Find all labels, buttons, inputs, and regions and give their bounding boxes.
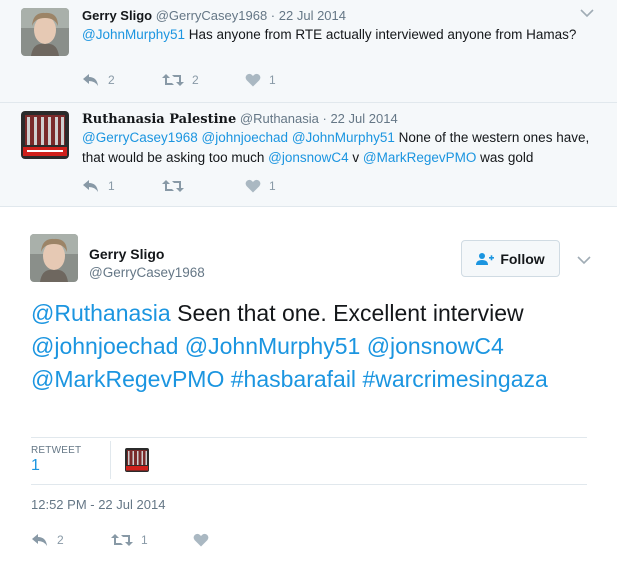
- reply-tweet-1[interactable]: Gerry Sligo @GerryCasey1968 · 22 Jul 201…: [0, 0, 617, 103]
- divider: [31, 437, 587, 438]
- tweet-text: @GerryCasey1968 @johnjoechad @JohnMurphy…: [82, 128, 594, 168]
- divider: [110, 441, 111, 479]
- heart-icon: [193, 533, 209, 547]
- tweet-text-part[interactable]: @JohnMurphy51: [185, 333, 361, 359]
- chevron-down-icon[interactable]: [579, 6, 595, 18]
- tweet-text-part[interactable]: @jonsnowC4: [367, 333, 504, 359]
- like-button[interactable]: 1: [245, 179, 276, 193]
- tweet-text-part: Seen that one. Excellent interview: [170, 300, 524, 326]
- tweet-actions: 1 1: [82, 176, 276, 196]
- like-button[interactable]: 1: [245, 73, 276, 87]
- username[interactable]: @Ruthanasia: [240, 111, 319, 126]
- chevron-down-icon[interactable]: [576, 253, 592, 271]
- tweet-actions: 2 1: [31, 530, 217, 550]
- tweet-text-part[interactable]: #hasbarafail: [231, 366, 356, 392]
- retweet-stat-label: RETWEET: [31, 445, 82, 456]
- retweet-icon: [162, 74, 184, 86]
- like-count: 1: [269, 179, 276, 193]
- like-count: 1: [269, 73, 276, 87]
- retweet-count: 2: [192, 73, 199, 87]
- avatar[interactable]: [21, 111, 69, 159]
- tweet-text-part[interactable]: @GerryCasey1968: [82, 130, 198, 145]
- display-name[interactable]: Gerry Sligo: [82, 8, 152, 23]
- tweet-text-part[interactable]: @MarkRegevPMO: [363, 150, 476, 165]
- separator-dot: ·: [322, 111, 327, 126]
- avatar[interactable]: [21, 8, 69, 56]
- tweet-text: @Ruthanasia Seen that one. Excellent int…: [31, 297, 591, 396]
- retweet-stat-count[interactable]: 1: [31, 457, 40, 475]
- tweet-date[interactable]: 22 Jul 2014: [279, 8, 346, 23]
- heart-icon: [245, 73, 261, 87]
- tweet-text-part: Has anyone from RTE actually interviewed…: [185, 27, 577, 42]
- display-name[interactable]: Ruthanasia Palestine: [82, 112, 236, 127]
- tweet-text-part: v: [348, 150, 363, 165]
- follow-label: Follow: [500, 250, 545, 267]
- tweet-text-part: was gold: [476, 150, 534, 165]
- reply-button[interactable]: 2: [31, 533, 111, 547]
- reply-icon: [83, 74, 98, 86]
- tweet-text-part[interactable]: @jonsnowC4: [268, 150, 349, 165]
- tweet-text: @JohnMurphy51 Has anyone from RTE actual…: [82, 25, 594, 45]
- reply-icon: [32, 534, 47, 546]
- tweet-actions: 2 2 1: [82, 70, 276, 90]
- retweet-button[interactable]: [162, 179, 245, 193]
- tweet-text-part[interactable]: @johnjoechad: [202, 130, 289, 145]
- reply-tweet-2[interactable]: Ruthanasia Palestine @Ruthanasia · 22 Ju…: [0, 103, 617, 207]
- tweet-text-part[interactable]: @JohnMurphy51: [292, 130, 395, 145]
- tweet-header: Gerry Sligo @GerryCasey1968 · 22 Jul 201…: [82, 8, 346, 23]
- tweet-date[interactable]: 22 Jul 2014: [330, 111, 397, 126]
- tweet-text-part[interactable]: @MarkRegevPMO: [31, 366, 224, 392]
- follow-person-icon: [476, 252, 495, 265]
- retweet-icon: [162, 180, 184, 192]
- tweet-header: Ruthanasia Palestine @Ruthanasia · 22 Ju…: [82, 111, 398, 127]
- separator-dot: ·: [270, 8, 276, 23]
- retweet-button[interactable]: 2: [162, 73, 245, 87]
- reply-button[interactable]: 2: [82, 73, 162, 87]
- like-button[interactable]: [193, 533, 217, 547]
- avatar[interactable]: [30, 234, 78, 282]
- username[interactable]: @GerryCasey1968: [156, 8, 267, 23]
- heart-icon: [245, 179, 261, 193]
- reply-count: 2: [57, 533, 64, 547]
- tweet-text-part[interactable]: @johnjoechad: [31, 333, 178, 359]
- reply-count: 1: [108, 179, 115, 193]
- reply-count: 2: [108, 73, 115, 87]
- follow-button[interactable]: Follow: [461, 240, 560, 277]
- reply-icon: [83, 180, 98, 192]
- retweet-count: 1: [141, 533, 148, 547]
- retweet-button[interactable]: 1: [111, 533, 193, 547]
- display-name[interactable]: Gerry Sligo: [89, 246, 164, 262]
- tweet-timestamp[interactable]: 12:52 PM - 22 Jul 2014: [31, 497, 165, 512]
- divider: [31, 484, 587, 485]
- reply-button[interactable]: 1: [82, 179, 162, 193]
- tweet-text-part[interactable]: #warcrimesingaza: [362, 366, 547, 392]
- retweeter-avatar[interactable]: [125, 448, 149, 472]
- retweet-icon: [111, 534, 133, 546]
- tweet-text-part[interactable]: @JohnMurphy51: [82, 27, 185, 42]
- tweet-text-part[interactable]: @Ruthanasia: [31, 300, 171, 326]
- username[interactable]: @GerryCasey1968: [89, 265, 205, 280]
